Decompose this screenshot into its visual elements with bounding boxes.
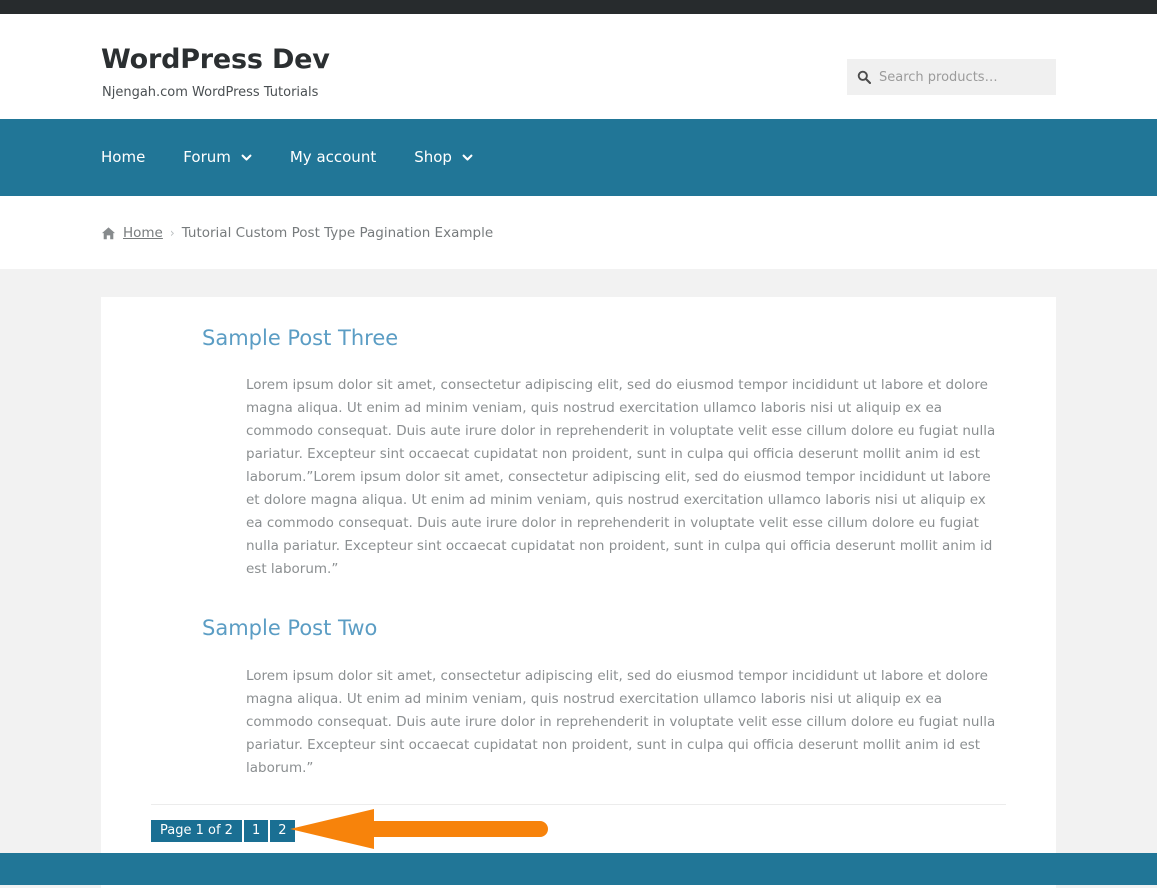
- post-title-link[interactable]: Sample Post Two: [151, 615, 1006, 642]
- pagination-links: Page 1 of 2 1 2: [151, 819, 297, 842]
- pagination-zone: Page 1 of 2 1 2: [151, 803, 1006, 858]
- main-navigation: Home Forum My account Shop: [0, 119, 1157, 196]
- site-description: Njengah.com WordPress Tutorials: [102, 85, 319, 100]
- home-icon[interactable]: [101, 226, 116, 241]
- orange-left-arrow-annotation: [282, 805, 557, 853]
- nav-item-my-account[interactable]: My account: [290, 150, 376, 165]
- main-navigation-inner: Home Forum My account Shop: [101, 119, 1056, 196]
- site-title[interactable]: WordPress Dev: [101, 46, 330, 73]
- site-header: WordPress Dev Njengah.com WordPress Tuto…: [0, 14, 1157, 119]
- nav-item-label: My account: [289, 148, 377, 166]
- breadcrumb-home-link[interactable]: Home: [123, 225, 163, 241]
- post-entry: Sample Post Three Lorem ipsum dolor sit …: [151, 325, 1006, 581]
- site-footer: [0, 853, 1157, 885]
- breadcrumb-separator: ›: [169, 225, 175, 240]
- post-title-link[interactable]: Sample Post Three: [151, 325, 1006, 352]
- chevron-down-icon: [241, 152, 252, 163]
- admin-top-bar: [0, 0, 1157, 14]
- pagination-page-2[interactable]: 2: [270, 819, 295, 842]
- site-header-inner: WordPress Dev Njengah.com WordPress Tuto…: [101, 14, 1056, 119]
- breadcrumb-current: Tutorial Custom Post Type Pagination Exa…: [181, 224, 494, 241]
- nav-item-label: Home: [101, 148, 146, 166]
- breadcrumb: Home › Tutorial Custom Post Type Paginat…: [101, 225, 1056, 241]
- post-body: Lorem ipsum dolor sit amet, consectetur …: [246, 377, 996, 578]
- page-root: WordPress Dev Njengah.com WordPress Tuto…: [0, 0, 1157, 888]
- search-box[interactable]: [847, 59, 1056, 95]
- search-icon: [857, 70, 871, 84]
- nav-item-home[interactable]: Home: [101, 150, 145, 165]
- pagination-page-1[interactable]: 1: [243, 819, 269, 842]
- content-card: Sample Post Three Lorem ipsum dolor sit …: [101, 297, 1056, 888]
- pagination-page-info: Page 1 of 2: [151, 819, 242, 842]
- content-wrapper: Sample Post Three Lorem ipsum dolor sit …: [0, 269, 1157, 888]
- nav-item-label: Forum: [183, 148, 231, 166]
- chevron-down-icon: [462, 152, 473, 163]
- search-input[interactable]: [879, 69, 1046, 85]
- pagination: Page 1 of 2 1 2: [151, 805, 1006, 857]
- post-entry: Sample Post Two Lorem ipsum dolor sit am…: [151, 615, 1006, 779]
- post-body: Lorem ipsum dolor sit amet, consectetur …: [246, 667, 996, 776]
- nav-item-shop[interactable]: Shop: [414, 150, 473, 165]
- nav-item-label: Shop: [414, 148, 452, 166]
- breadcrumb-bar: Home › Tutorial Custom Post Type Paginat…: [0, 196, 1157, 269]
- nav-item-forum[interactable]: Forum: [183, 150, 252, 165]
